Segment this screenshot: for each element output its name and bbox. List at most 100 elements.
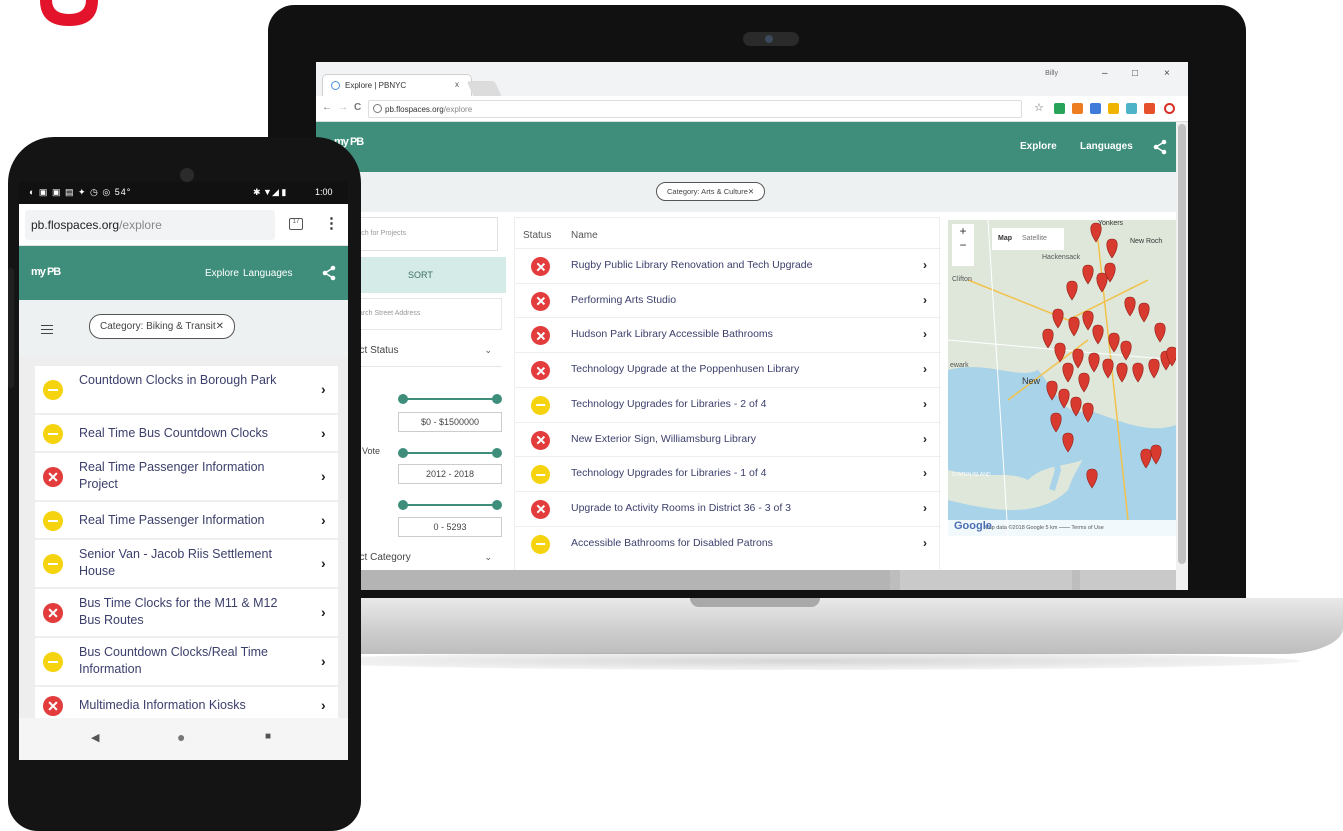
table-row[interactable]: Technology Upgrades for Libraries - 1 of… [515,456,941,491]
chevron-right-icon[interactable]: › [321,425,326,441]
project-card[interactable] [316,570,890,590]
table-row[interactable]: New Exterior Sign, Williamsburg Library › [515,421,941,457]
tab-sort[interactable]: SORT [408,270,433,280]
overflow-menu-icon[interactable]: ⋮ [324,214,339,232]
chevron-right-icon[interactable]: › [923,536,927,550]
category-filter-chip[interactable]: Category: Biking & Transit✕ [89,314,235,339]
site-info-icon[interactable] [373,104,382,113]
extension-icon[interactable] [1090,103,1101,114]
nav-explore-link[interactable]: Explore [205,268,239,279]
table-row[interactable]: Technology Upgrades for Libraries - 2 of… [515,386,941,422]
extension-icon[interactable] [1054,103,1065,114]
map-pin-icon[interactable] [1124,296,1136,317]
map-pin-icon[interactable] [1096,272,1108,293]
extension-icon[interactable] [1126,103,1137,114]
chevron-right-icon[interactable]: › [321,697,326,713]
table-row[interactable]: Hudson Park Library Accessible Bathrooms… [515,317,941,352]
votes-range-slider[interactable] [398,500,502,510]
project-card[interactable] [1080,570,1176,590]
tab-close-button[interactable]: x [455,80,459,89]
tabs-count-icon[interactable]: 17 [289,218,303,230]
map-pin-icon[interactable] [1154,322,1166,343]
chevron-right-icon[interactable]: › [321,653,326,669]
project-map[interactable]: + − Map Satellite Yonkers New Roch Hacke… [948,220,1176,536]
map-pin-icon[interactable] [1148,358,1160,379]
hamburger-menu-icon[interactable] [41,325,53,334]
project-name[interactable]: Bus Time Clocks for the M11 & M12 Bus Ro… [79,595,289,629]
map-pin-icon[interactable] [1042,328,1054,349]
project-name[interactable]: Real Time Passenger Information Project [79,459,289,493]
vote-year-range-slider[interactable] [398,448,502,458]
map-pin-icon[interactable] [1132,362,1144,383]
bookmark-star-icon[interactable]: ☆ [1034,101,1044,114]
map-pin-icon[interactable] [1092,324,1104,345]
category-filter-chip[interactable]: Category: Arts & Culture✕ [656,182,766,201]
project-name[interactable]: Accessible Bathrooms for Disabled Patron… [571,537,773,549]
chevron-right-icon[interactable]: › [923,293,927,307]
app-logo[interactable]: my PB [31,266,61,278]
opera-extension-icon[interactable] [1164,103,1175,114]
cost-range-slider[interactable] [398,394,502,404]
map-pin-icon[interactable] [1078,372,1090,393]
map-type-satellite[interactable]: Satellite [1022,235,1047,242]
page-scrollbar-thumb[interactable] [1178,124,1186,564]
project-name[interactable]: Real Time Bus Countdown Clocks [79,425,289,442]
project-name[interactable]: Multimedia Information Kiosks [79,697,289,714]
project-card[interactable] [900,570,1072,590]
project-search-input[interactable]: arch for Projects [348,217,498,251]
list-item[interactable]: Bus Countdown Clocks/Real Time Informati… [35,638,338,686]
forward-icon[interactable]: → [338,102,348,113]
map-pin-icon[interactable] [1062,362,1074,383]
url-input[interactable]: pb.flospaces.org/explore [368,100,1022,118]
map-pin-icon[interactable] [1082,310,1094,331]
new-tab-button[interactable] [466,81,502,96]
list-item[interactable]: Real Time Passenger Information Project › [35,453,338,501]
share-icon[interactable] [321,265,337,281]
project-name[interactable]: Real Time Passenger Information [79,512,289,529]
list-item[interactable]: Countdown Clocks in Borough Park › [35,366,338,414]
map-type-map[interactable]: Map [998,235,1012,242]
window-user-label[interactable]: Billy [1045,70,1058,77]
project-name[interactable]: Countdown Clocks in Borough Park [79,372,289,389]
zoom-out-button[interactable]: − [952,238,974,252]
back-nav-icon[interactable]: ◀ [91,731,99,744]
column-header-status[interactable]: Status [523,230,551,241]
project-name[interactable]: Upgrade to Activity Rooms in District 36… [571,502,791,514]
project-name[interactable]: New Exterior Sign, Williamsburg Library [571,433,756,445]
project-name[interactable]: Senior Van - Jacob Riis Settlement House [79,546,289,580]
browser-tab[interactable]: Explore | PBNYC x [322,74,472,96]
chevron-right-icon[interactable]: › [321,468,326,484]
list-item[interactable]: Real Time Passenger Information › [35,502,338,539]
map-pin-icon[interactable] [1138,302,1150,323]
map-type-toggle[interactable]: Map Satellite [992,228,1064,250]
extension-icon[interactable] [1072,103,1083,114]
chevron-right-icon[interactable]: › [321,604,326,620]
project-name[interactable]: Performing Arts Studio [571,294,676,306]
project-name[interactable]: Hudson Park Library Accessible Bathrooms [571,328,773,340]
map-pin-icon[interactable] [1072,348,1084,369]
table-row[interactable]: Upgrade to Activity Rooms in District 36… [515,490,941,526]
close-window-button[interactable]: × [1164,68,1170,79]
nav-languages-link[interactable]: Languages [243,268,293,279]
project-name[interactable]: Technology Upgrades for Libraries - 2 of… [571,398,767,410]
map-canvas[interactable] [948,220,1176,536]
column-header-name[interactable]: Name [571,230,598,241]
chevron-right-icon[interactable]: › [923,258,927,272]
map-pin-icon[interactable] [1106,238,1118,259]
map-pin-icon[interactable] [1102,358,1114,379]
list-item[interactable]: Real Time Bus Countdown Clocks › [35,415,338,452]
chevron-right-icon[interactable]: › [923,432,927,446]
map-zoom-control[interactable]: + − [952,224,974,266]
chevron-right-icon[interactable]: › [321,381,326,397]
extension-icon[interactable] [1144,103,1155,114]
zoom-in-button[interactable]: + [952,224,974,238]
phone-url-input[interactable]: pb.flospaces.org/explore [25,210,275,240]
chevron-right-icon[interactable]: › [923,327,927,341]
table-row[interactable]: Rugby Public Library Renovation and Tech… [515,248,941,283]
home-nav-icon[interactable]: ● [177,729,185,745]
map-pin-icon[interactable] [1066,280,1078,301]
table-row[interactable]: Technology Upgrade at the Poppenhusen Li… [515,352,941,387]
project-name[interactable]: Bus Countdown Clocks/Real Time Informati… [79,644,289,678]
map-pin-icon[interactable] [1068,316,1080,337]
project-name[interactable]: Technology Upgrade at the Poppenhusen Li… [571,363,799,375]
